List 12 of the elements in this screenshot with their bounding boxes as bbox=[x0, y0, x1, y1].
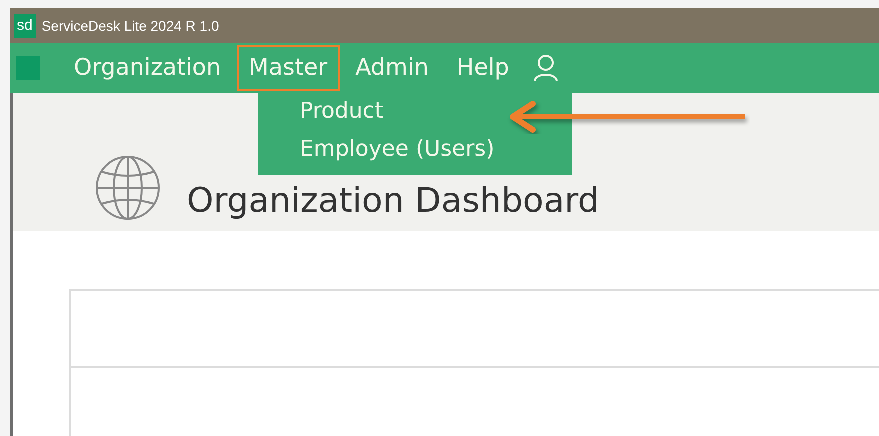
app-square-icon bbox=[16, 56, 40, 80]
user-icon[interactable] bbox=[533, 54, 560, 82]
dashboard-title: Organization Dashboard bbox=[187, 181, 600, 221]
menu-item[interactable]: Admin bbox=[344, 45, 441, 91]
dropdown-item[interactable]: Product bbox=[258, 93, 572, 131]
menu-item[interactable]: Master bbox=[237, 45, 340, 91]
window-title: ServiceDesk Lite 2024 R 1.0 bbox=[42, 18, 220, 34]
globe-icon bbox=[95, 155, 161, 221]
menu-item[interactable]: Help bbox=[444, 45, 522, 91]
app-logo: sd bbox=[14, 14, 36, 38]
menu-item[interactable]: Organization bbox=[62, 45, 234, 91]
dropdown-item[interactable]: Employee (Users) bbox=[258, 131, 572, 169]
